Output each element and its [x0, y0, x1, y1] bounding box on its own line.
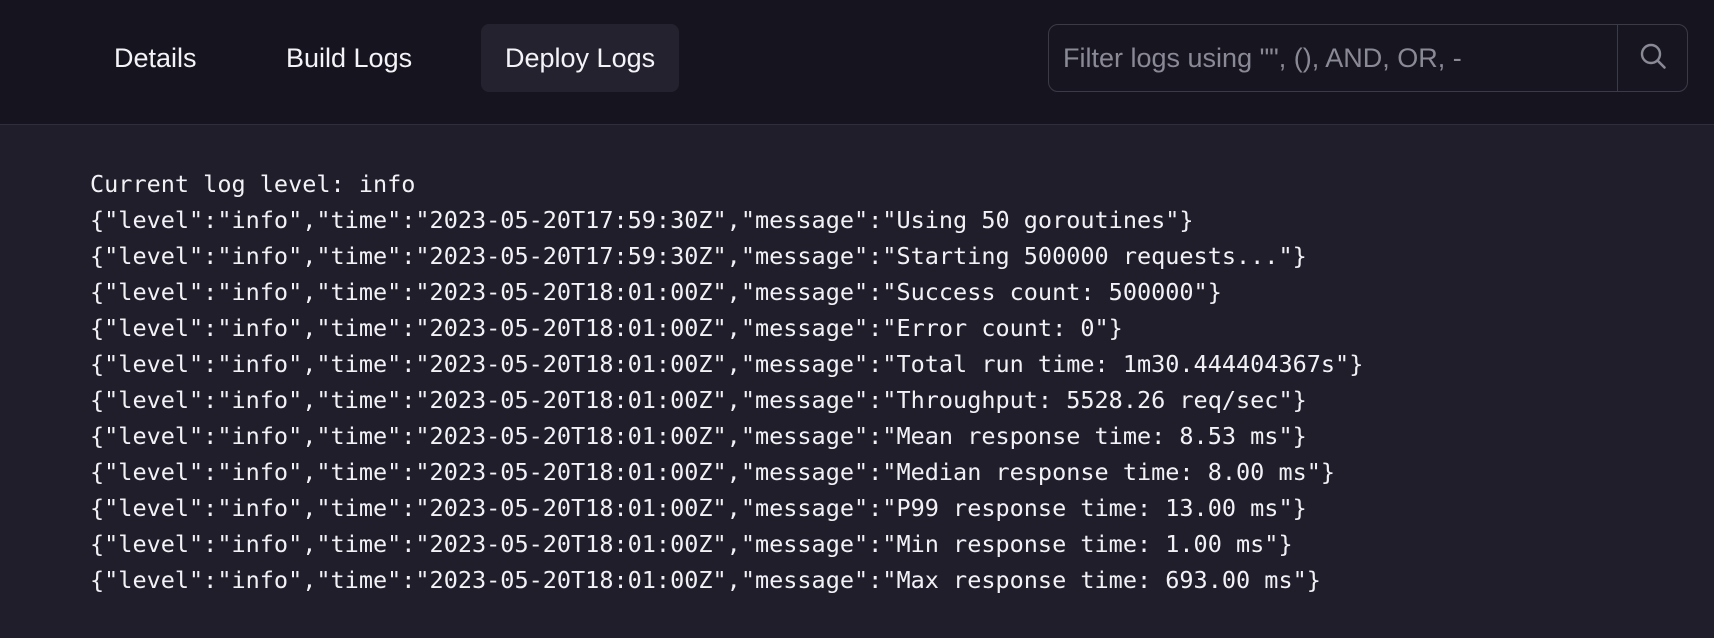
- log-header: Details Build Logs Deploy Logs: [0, 0, 1714, 125]
- tab-build-logs[interactable]: Build Logs: [262, 24, 436, 92]
- log-line: {"level":"info","time":"2023-05-20T17:59…: [90, 206, 1194, 234]
- log-line: {"level":"info","time":"2023-05-20T18:01…: [90, 422, 1307, 450]
- log-line: {"level":"info","time":"2023-05-20T18:01…: [90, 350, 1364, 378]
- log-line: {"level":"info","time":"2023-05-20T18:01…: [90, 314, 1123, 342]
- log-line: {"level":"info","time":"2023-05-20T18:01…: [90, 386, 1307, 414]
- log-lines: Current log level: info {"level":"info",…: [90, 166, 1363, 598]
- tab-deploy-logs[interactable]: Deploy Logs: [481, 24, 680, 92]
- tab-details[interactable]: Details: [90, 24, 221, 92]
- log-line: {"level":"info","time":"2023-05-20T18:01…: [90, 566, 1321, 594]
- log-line: {"level":"info","time":"2023-05-20T18:01…: [90, 530, 1293, 558]
- search-button[interactable]: [1617, 25, 1687, 91]
- filter-logs-input[interactable]: [1049, 25, 1617, 91]
- log-filter: [1048, 24, 1688, 92]
- log-line: {"level":"info","time":"2023-05-20T18:01…: [90, 494, 1307, 522]
- deploy-log-output[interactable]: Current log level: info {"level":"info",…: [0, 126, 1714, 638]
- log-line: {"level":"info","time":"2023-05-20T18:01…: [90, 458, 1336, 486]
- log-line: {"level":"info","time":"2023-05-20T17:59…: [90, 242, 1307, 270]
- search-icon: [1638, 41, 1668, 76]
- log-line: {"level":"info","time":"2023-05-20T18:01…: [90, 278, 1222, 306]
- log-line: Current log level: info: [90, 170, 416, 198]
